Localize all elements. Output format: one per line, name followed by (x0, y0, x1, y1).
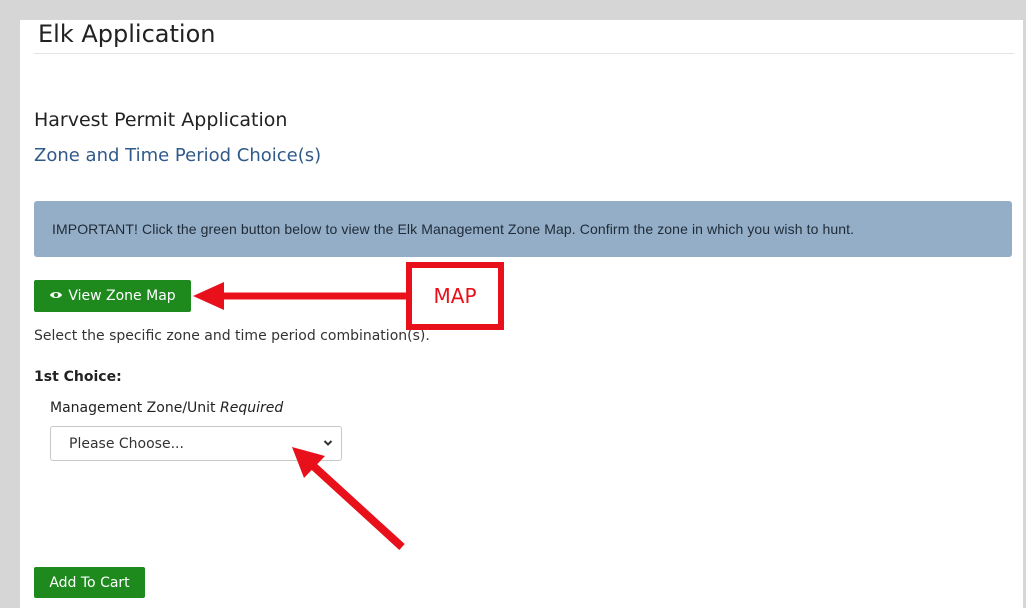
application-page: Elk Application Harvest Permit Applicati… (20, 20, 1023, 608)
arrow-to-map-button (193, 282, 406, 310)
annotation-arrows (193, 282, 406, 550)
arrow-to-zone-select (292, 447, 405, 550)
map-callout-text: MAP (433, 284, 477, 308)
map-callout: MAP (406, 262, 504, 330)
